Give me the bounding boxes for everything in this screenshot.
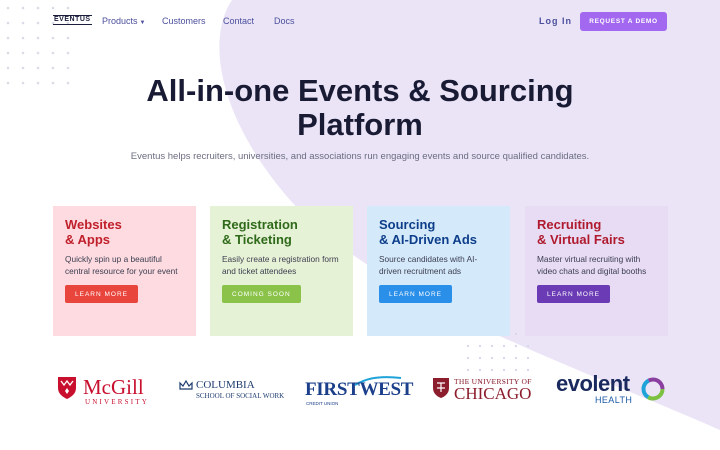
- card-title-line1: Recruiting: [537, 217, 602, 232]
- eventus-logo[interactable]: EVENTUS: [53, 15, 92, 25]
- chevron-down-icon: ▼: [139, 20, 146, 26]
- card-description: Master virtual recruiting with video cha…: [537, 254, 647, 276]
- page-title: All-in-one Events & Sourcing Platform: [100, 74, 620, 142]
- learn-more-button[interactable]: LEARN MORE: [379, 285, 452, 303]
- nav-customers[interactable]: Customers: [162, 16, 206, 26]
- card-title: Recruiting & Virtual Fairs: [537, 217, 656, 247]
- coming-soon-button[interactable]: COMING SOON: [222, 285, 301, 303]
- nav-products-label: Products: [102, 16, 138, 26]
- card-title: Websites & Apps: [65, 217, 184, 247]
- columbia-name: COLUMBIA: [196, 379, 255, 391]
- card-description: Quickly spin up a beautiful central reso…: [65, 254, 178, 276]
- card-title-line2: & Apps: [65, 232, 111, 247]
- evolent-ring-icon: [641, 377, 665, 401]
- card-title-line1: Websites: [65, 217, 122, 232]
- crown-icon: [179, 380, 193, 390]
- mcgill-name: McGill: [83, 375, 144, 399]
- top-navigation: EVENTUS Products ▼ Customers Contact Docs…: [0, 0, 720, 44]
- card-title-line2: & Virtual Fairs: [537, 232, 625, 247]
- card-websites: Websites & Apps Quickly spin up a beauti…: [53, 206, 196, 336]
- request-demo-button[interactable]: REQUEST A DEMO: [580, 12, 667, 31]
- login-link[interactable]: Log In: [539, 16, 572, 26]
- card-description: Easily create a registration form and ti…: [222, 254, 339, 276]
- learn-more-button[interactable]: LEARN MORE: [65, 285, 138, 303]
- card-title-line1: Sourcing: [379, 217, 436, 232]
- page-title-line1: All-in-one Events & Sourcing: [146, 73, 574, 108]
- mcgill-crest-icon: [58, 377, 76, 399]
- nav-contact[interactable]: Contact: [223, 16, 254, 26]
- firstwest-sub: CREDIT UNION: [306, 401, 339, 406]
- card-title: Sourcing & AI-Driven Ads: [379, 217, 498, 247]
- card-title-line1: Registration: [222, 217, 298, 232]
- uchicago-name: CHICAGO: [454, 384, 532, 403]
- evolent-sub: HEALTH: [595, 395, 633, 405]
- page-title-line2: Platform: [297, 107, 423, 142]
- card-sourcing: Sourcing & AI-Driven Ads Source candidat…: [367, 206, 510, 336]
- mcgill-sub: UNIVERSITY: [85, 398, 149, 406]
- customer-logos: McGill UNIVERSITY COLUMBIA SCHOOL OF SOC…: [0, 368, 720, 413]
- card-title-line2: & Ticketing: [222, 232, 292, 247]
- learn-more-button[interactable]: LEARN MORE: [537, 285, 610, 303]
- uchicago-shield-icon: [433, 378, 449, 398]
- card-title: Registration & Ticketing: [222, 217, 341, 247]
- evolent-name: evolent: [556, 371, 630, 396]
- firstwest-name: FIRSTWEST: [305, 379, 414, 400]
- card-title-line2: & AI-Driven Ads: [379, 232, 477, 247]
- columbia-sub: SCHOOL OF SOCIAL WORK: [196, 392, 285, 400]
- card-description: Source candidates with AI-driven recruit…: [379, 254, 478, 276]
- card-registration: Registration & Ticketing Easily create a…: [210, 206, 353, 336]
- card-recruiting: Recruiting & Virtual Fairs Master virtua…: [525, 206, 668, 336]
- hero-subtitle: Eventus helps recruiters, universities, …: [130, 151, 590, 162]
- nav-products[interactable]: Products ▼: [102, 16, 145, 26]
- nav-docs[interactable]: Docs: [274, 16, 295, 26]
